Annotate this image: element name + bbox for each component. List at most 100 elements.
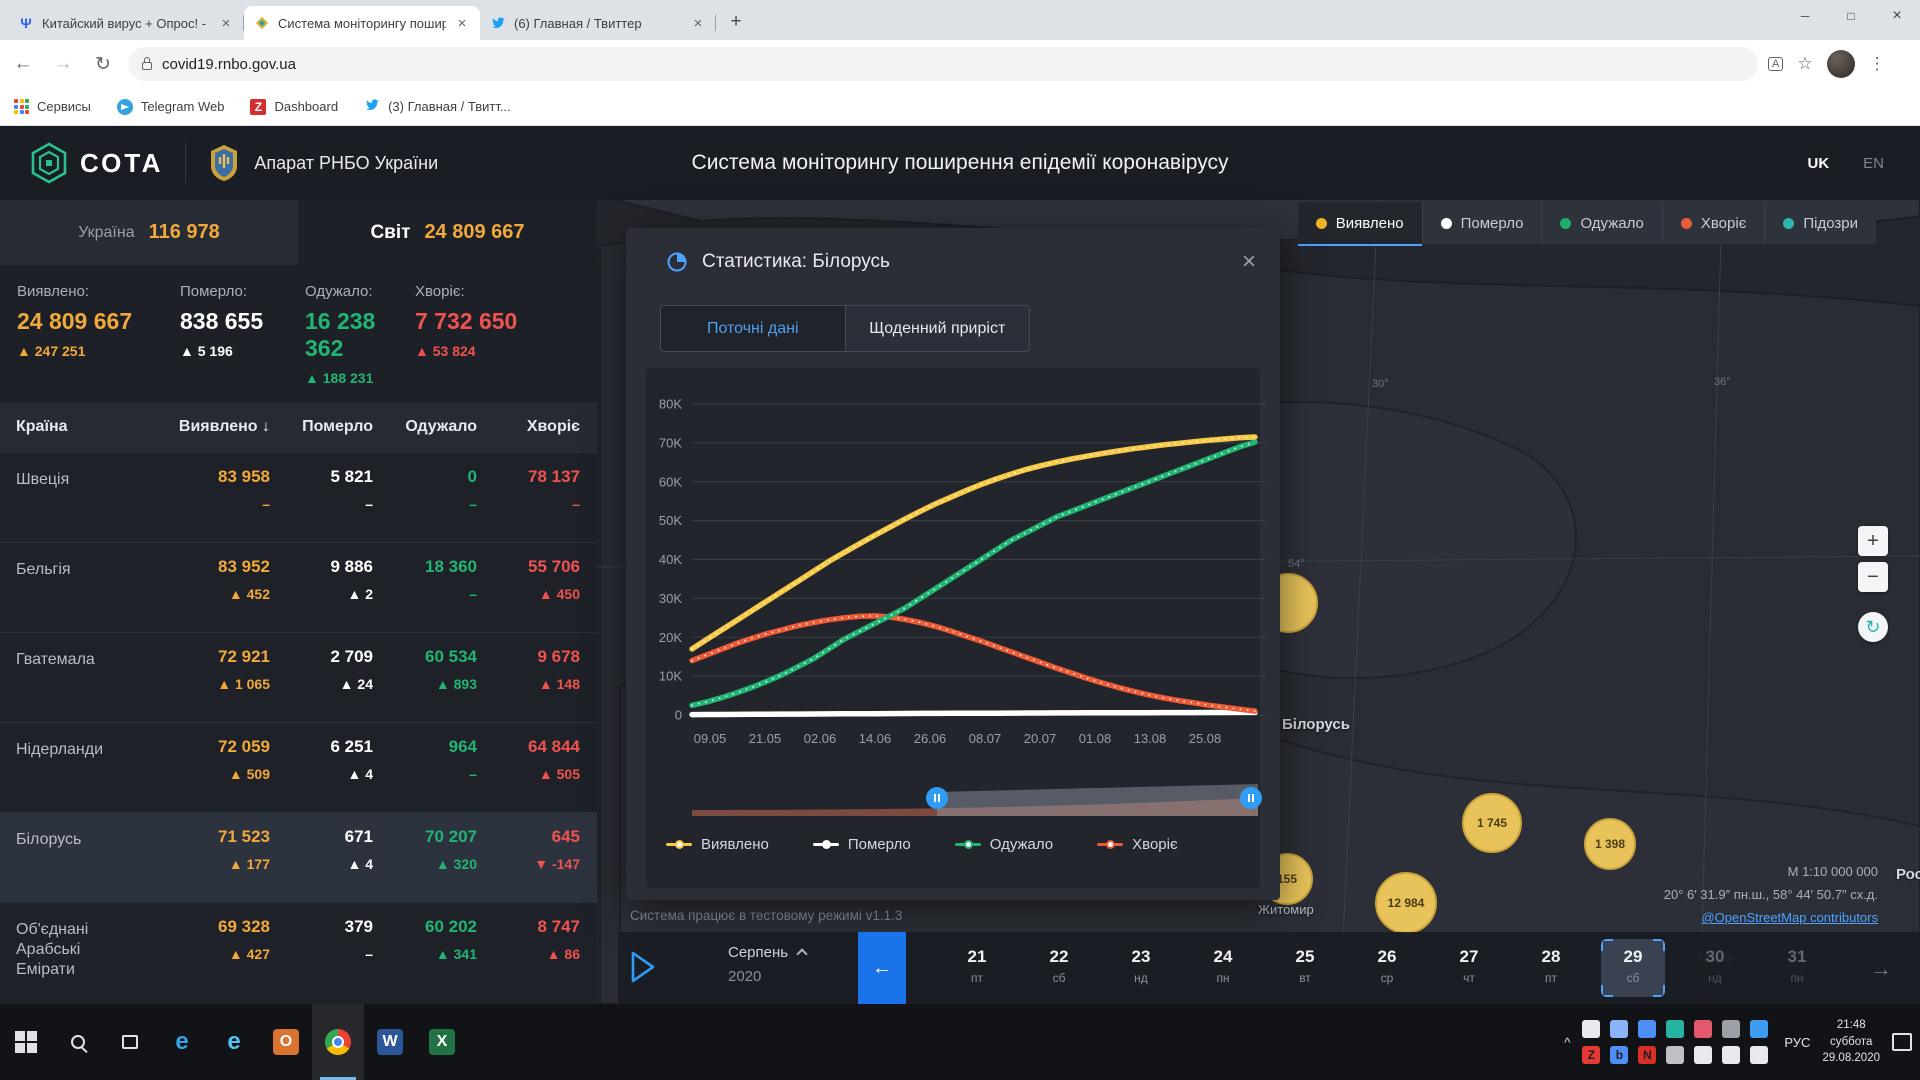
defender-icon[interactable]: Z	[1582, 1046, 1600, 1064]
taskbar-left: eeOWX	[0, 1004, 468, 1080]
map-marker[interactable]: 12 984	[1375, 872, 1437, 934]
clock[interactable]: 21:48 суббота 29.08.2020	[1822, 1017, 1880, 1067]
map-legend-Померло[interactable]: Померло	[1422, 202, 1542, 244]
tab-close-icon[interactable]: ×	[690, 15, 706, 32]
chrome-icon[interactable]	[312, 1004, 364, 1080]
timeline-day-25[interactable]: 25вт	[1264, 932, 1346, 1004]
modal-close-icon[interactable]: ×	[1242, 248, 1256, 276]
modal-tab-Щоденний приріст[interactable]: Щоденний приріст	[845, 306, 1030, 351]
lang-uk[interactable]: UK	[1807, 155, 1829, 172]
search-button[interactable]	[52, 1004, 104, 1080]
lang-en[interactable]: EN	[1863, 155, 1884, 172]
browser-tab[interactable]: Система моніторингу поширенн×	[244, 6, 480, 40]
modal-tab-Поточні дані[interactable]: Поточні дані	[661, 306, 845, 351]
column-header-1[interactable]: Виявлено ↓	[140, 418, 270, 436]
bluetooth-icon[interactable]: b	[1610, 1046, 1628, 1064]
world-total[interactable]: Світ 24 809 667	[298, 200, 597, 265]
bookmark-z[interactable]: ZDashboard	[250, 99, 338, 115]
timeline-day-30[interactable]: 30нд	[1674, 932, 1756, 1004]
mail-icon[interactable]: O	[260, 1004, 312, 1080]
tray-expand-icon[interactable]: ^	[1564, 1035, 1570, 1050]
new-tab-button[interactable]: +	[722, 8, 750, 36]
maximize-button[interactable]: □	[1828, 0, 1874, 32]
timeline-day-29[interactable]: 29сб	[1592, 932, 1674, 1004]
table-row[interactable]: Об'єднані Арабські Емірати69 328▲ 427379…	[0, 902, 597, 992]
address-bar[interactable]: covid19.rnbo.gov.ua	[128, 47, 1758, 81]
tray-icon[interactable]	[1610, 1020, 1628, 1038]
timeline-day-23[interactable]: 23нд	[1100, 932, 1182, 1004]
url-text[interactable]: covid19.rnbo.gov.ua	[162, 56, 296, 73]
timeline-day-21[interactable]: 21пт	[936, 932, 1018, 1004]
column-header-4[interactable]: Хворіє	[477, 418, 580, 436]
printer-icon[interactable]	[1666, 1046, 1684, 1064]
map-legend-Підозри[interactable]: Підозри	[1764, 202, 1876, 244]
cell-detected: 69 328▲ 427	[140, 917, 270, 992]
reload-button[interactable]: ↻	[86, 47, 120, 81]
close-window-button[interactable]: ×	[1874, 0, 1920, 32]
map-legend-Одужало[interactable]: Одужало	[1541, 202, 1661, 244]
profile-avatar[interactable]	[1827, 50, 1855, 78]
zoom-out-button[interactable]: −	[1858, 562, 1888, 592]
volume-icon[interactable]	[1750, 1046, 1768, 1064]
timeline-prev-button[interactable]: ←	[858, 932, 906, 1004]
back-button[interactable]: ←	[6, 47, 40, 81]
timeline-day-24[interactable]: 24пн	[1182, 932, 1264, 1004]
column-header-0[interactable]: Країна	[16, 418, 140, 436]
timeline-day-27[interactable]: 27чт	[1428, 932, 1510, 1004]
table-row[interactable]: Білорусь71 523▲ 177671▲ 470 207▲ 320645▼…	[0, 812, 597, 902]
bookmark-twitter[interactable]: (3) Главная / Твитт...	[364, 97, 511, 116]
edge-icon[interactable]: e	[156, 1004, 208, 1080]
play-button[interactable]	[630, 950, 656, 989]
bookmark-telegram[interactable]: Telegram Web	[117, 99, 225, 115]
start-button[interactable]	[0, 1004, 52, 1080]
zoom-in-button[interactable]: +	[1858, 526, 1888, 556]
map-marker[interactable]: 1 398	[1584, 818, 1636, 870]
osm-attribution-link[interactable]: @OpenStreetMap contributors	[1701, 910, 1878, 925]
tray-icon[interactable]	[1722, 1020, 1740, 1038]
notification-center-icon[interactable]	[1892, 1033, 1912, 1051]
timeline-day-28[interactable]: 28пт	[1510, 932, 1592, 1004]
bookmark-apps[interactable]: Сервисы	[14, 99, 91, 114]
day-weekday: ср	[1355, 971, 1419, 985]
timeline-next-button[interactable]: →	[1870, 956, 1892, 982]
network-icon[interactable]	[1750, 1020, 1768, 1038]
minimize-button[interactable]: ─	[1782, 0, 1828, 32]
tab-close-icon[interactable]: ×	[218, 15, 234, 32]
tray-icon[interactable]	[1638, 1020, 1656, 1038]
slider-handle-right[interactable]	[1240, 787, 1262, 809]
table-row[interactable]: Гватемала72 921▲ 1 0652 709▲ 2460 534▲ 8…	[0, 632, 597, 722]
table-row[interactable]: Нідерланди72 059▲ 5096 251▲ 4964–64 844▲…	[0, 722, 597, 812]
wifi-icon[interactable]	[1722, 1046, 1740, 1064]
map-marker[interactable]: 1 745	[1462, 793, 1522, 853]
tab-close-icon[interactable]: ×	[454, 15, 470, 32]
battery-icon[interactable]	[1694, 1046, 1712, 1064]
translate-icon[interactable]: A	[1768, 57, 1783, 71]
word-icon[interactable]: W	[364, 1004, 416, 1080]
browser-tab[interactable]: (6) Главная / Твиттер×	[480, 6, 716, 40]
excel-icon[interactable]: X	[416, 1004, 468, 1080]
map-legend-Хворіє[interactable]: Хворіє	[1662, 202, 1764, 244]
table-row[interactable]: Швеція83 958–5 821–0–78 137–	[0, 452, 597, 542]
tray-icon[interactable]	[1666, 1020, 1684, 1038]
touch-keyboard-icon[interactable]	[1582, 1020, 1600, 1038]
month-selector[interactable]: Серпень 2020	[728, 944, 806, 985]
column-header-3[interactable]: Одужало	[373, 418, 477, 436]
slider-handle-left[interactable]	[926, 787, 948, 809]
timeline-day-31[interactable]: 31пн	[1756, 932, 1838, 1004]
ukraine-total[interactable]: Україна 116 978	[0, 200, 298, 265]
task-view-button[interactable]	[104, 1004, 156, 1080]
menu-kebab-icon[interactable]: ⋮	[1869, 54, 1886, 74]
table-row[interactable]: Бельгія83 952▲ 4529 886▲ 218 360–55 706▲…	[0, 542, 597, 632]
language-indicator[interactable]: РУС	[1784, 1035, 1810, 1050]
bookmark-star-icon[interactable]: ☆	[1797, 54, 1812, 74]
map-legend-Виявлено[interactable]: Виявлено	[1298, 202, 1422, 244]
tray-icon[interactable]	[1694, 1020, 1712, 1038]
timeline-day-22[interactable]: 22сб	[1018, 932, 1100, 1004]
ie-icon[interactable]: e	[208, 1004, 260, 1080]
map-refresh-button[interactable]: ↻	[1858, 612, 1888, 642]
browser-tab[interactable]: ΨКитайский вирус + Опрос! - Чер×	[8, 6, 244, 40]
timeline-day-26[interactable]: 26ср	[1346, 932, 1428, 1004]
tray-icon[interactable]: N	[1638, 1046, 1656, 1064]
column-header-2[interactable]: Померло	[270, 418, 373, 436]
forward-button[interactable]: →	[46, 47, 80, 81]
